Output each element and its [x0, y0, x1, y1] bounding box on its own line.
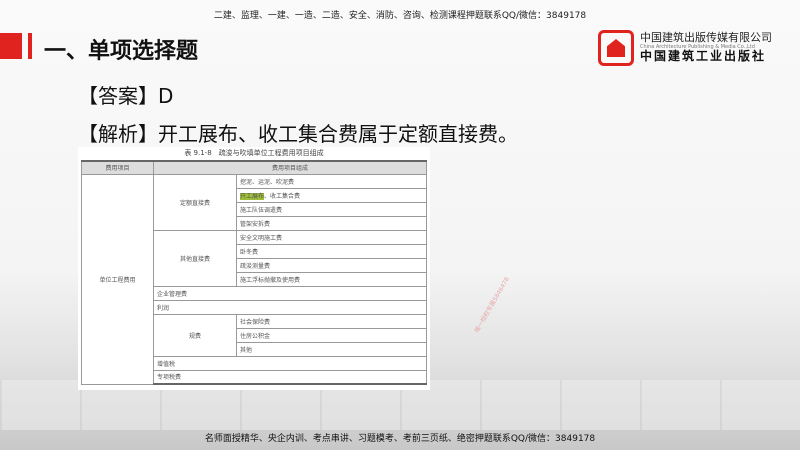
item-cell: 专项税费 — [153, 369, 427, 385]
answer-text: 【答案】D — [78, 84, 174, 108]
highlighted-text: 开工展布 — [240, 192, 265, 200]
slide-title: 一、单项选择题 — [44, 39, 199, 64]
watermark: 唯一授权专属5846478 — [473, 276, 511, 334]
analysis-text: 【解析】开工展布、收工集合费属于定额直接费。 — [78, 122, 518, 146]
item-cell: 社会保险费 — [236, 313, 427, 329]
header-banner: 二建、监理、一建、一造、二造、安全、消防、咨询、检测课程押题联系QQ/微信：38… — [213, 11, 587, 21]
group-cell: 定额直接费 — [153, 173, 237, 231]
item-cell: 施工浮标抛撤及使用费 — [236, 271, 427, 287]
item-cell: 管架安拆费 — [236, 215, 427, 231]
item-cell: 挖泥、运泥、吹泥费 — [236, 173, 427, 189]
group-cell: 规费 — [153, 313, 237, 357]
group-cell: 其他直接费 — [153, 229, 237, 287]
item-cell: 住房公积金 — [236, 327, 427, 343]
title-accent-bar — [28, 33, 32, 59]
table-caption: 表 9.1-8 疏浚与吹填单位工程费用项目组成 — [184, 149, 324, 157]
cost-table: 费用项目 费用项目组成 单位工程费用 定额直接费 挖泥、运泥、吹泥费 开工展布、收… — [81, 160, 427, 385]
logo-cn: 中国建筑出版传媒有限公司 — [640, 30, 772, 44]
publisher-logo: 中国建筑出版传媒有限公司 China Architecture Publishi… — [598, 30, 772, 66]
root-cell: 单位工程费用 — [81, 173, 154, 385]
item-text: 、收工集合费 — [264, 192, 301, 200]
footer-banner: 名师面授精华、央企内训、考点串讲、习题模考、考前三页纸、绝密押题联系QQ/微信：… — [204, 434, 596, 444]
item-cell: 安全文明施工费 — [236, 229, 427, 245]
header-cell: 费用项目组成 — [153, 160, 427, 175]
item-cell: 增值税 — [153, 355, 427, 371]
item-cell: 企业管理费 — [153, 285, 427, 301]
title-accent — [0, 33, 22, 59]
logo-sub: 中国建筑工业出版社 — [640, 49, 767, 64]
item-cell: 利润 — [153, 299, 427, 315]
item-cell: 施工队伍调遣费 — [236, 201, 427, 217]
item-cell: 疏浚测量费 — [236, 257, 427, 273]
header-cell: 费用项目 — [81, 160, 154, 175]
publisher-logo-icon — [598, 30, 634, 66]
cost-table-image: 表 9.1-8 疏浚与吹填单位工程费用项目组成 费用项目 费用项目组成 单位工程费… — [78, 147, 430, 390]
item-cell: 开工展布、收工集合费 — [236, 187, 427, 203]
item-cell: 卧冬费 — [236, 243, 427, 259]
item-cell: 其他 — [236, 341, 427, 357]
